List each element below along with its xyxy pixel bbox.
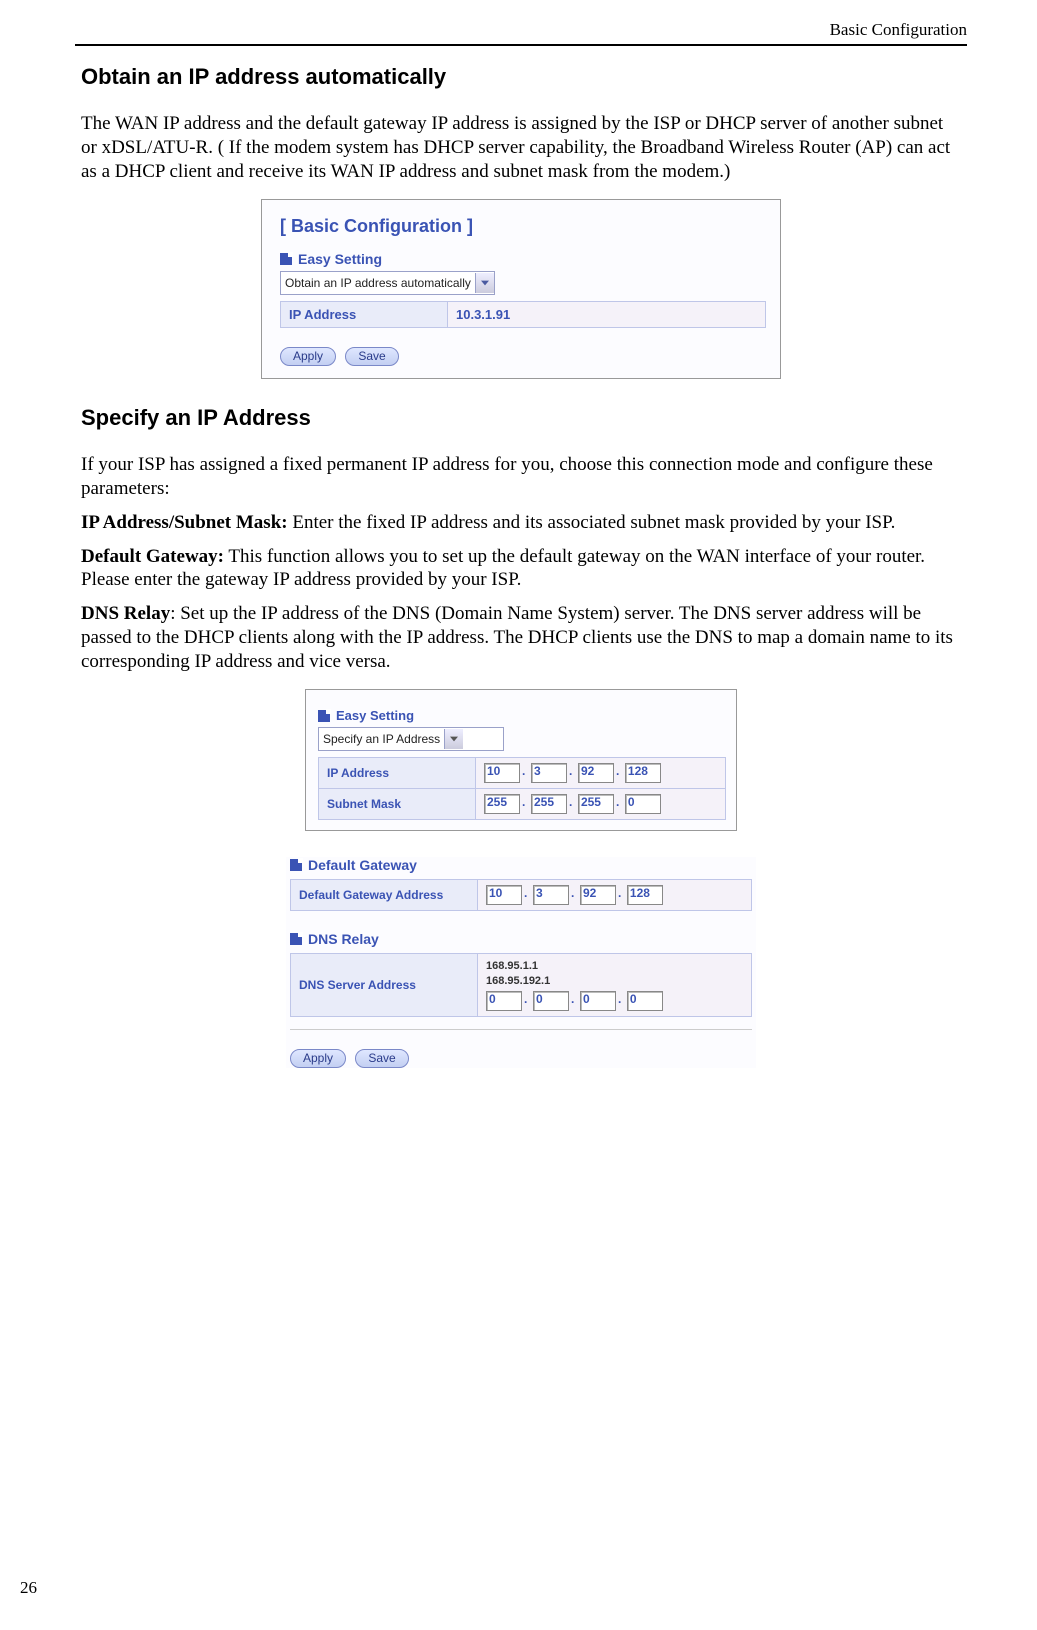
mask-oct-4[interactable]: 0 xyxy=(625,794,661,814)
apply-button[interactable]: Apply xyxy=(280,347,336,366)
mask-key: Subnet Mask xyxy=(319,789,476,820)
dns-oct-3[interactable]: 0 xyxy=(580,991,616,1011)
heading-obtain-ip: Obtain an IP address automatically xyxy=(81,64,961,90)
page-number: 26 xyxy=(20,1578,37,1598)
paragraph-obtain-ip: The WAN IP address and the default gatew… xyxy=(81,112,961,183)
dns-cell: 168.95.1.1 168.95.192.1 0. 0. 0. 0 xyxy=(478,954,752,1017)
dns-known-2: 168.95.192.1 xyxy=(486,974,743,988)
gw-oct-3[interactable]: 92 xyxy=(580,885,616,905)
header-rule xyxy=(75,44,967,46)
label-dns: DNS Relay xyxy=(81,603,170,624)
paragraph-ipmask: IP Address/Subnet Mask: Enter the fixed … xyxy=(81,511,961,535)
screenshot-gateway-dns: Default Gateway Default Gateway Address … xyxy=(286,857,756,1068)
ip-oct-4[interactable]: 128 xyxy=(625,763,661,783)
gw-oct-1[interactable]: 10 xyxy=(486,885,522,905)
dns-oct-4[interactable]: 0 xyxy=(627,991,663,1011)
dns-oct-1[interactable]: 0 xyxy=(486,991,522,1011)
group-label-text: Default Gateway xyxy=(308,857,417,873)
label-ipmask: IP Address/Subnet Mask: xyxy=(81,512,288,533)
group-label-text: DNS Relay xyxy=(308,931,379,947)
dns-key: DNS Server Address xyxy=(291,954,478,1017)
ip-octets: 10. 3. 92. 128 xyxy=(476,758,726,789)
ip-key: IP Address xyxy=(319,758,476,789)
panel-title: [ Basic Configuration ] xyxy=(280,216,766,237)
ip-oct-2[interactable]: 3 xyxy=(531,763,567,783)
ip-mask-table: IP Address 10. 3. 92. 128 Subnet Mask 25… xyxy=(318,757,726,820)
save-button[interactable]: Save xyxy=(345,347,398,366)
text-ipmask: Enter the fixed IP address and its assoc… xyxy=(288,512,896,533)
dns-oct-2[interactable]: 0 xyxy=(533,991,569,1011)
divider xyxy=(290,1029,752,1030)
group-label-text: Easy Setting xyxy=(336,708,414,723)
group-label-text: Easy Setting xyxy=(298,251,382,267)
text-dns: : Set up the IP address of the DNS (Doma… xyxy=(81,603,953,672)
dns-known-1: 168.95.1.1 xyxy=(486,959,743,973)
mask-octets: 255. 255. 255. 0 xyxy=(476,789,726,820)
mask-oct-1[interactable]: 255 xyxy=(484,794,520,814)
caret-down-icon xyxy=(444,729,463,749)
gw-oct-4[interactable]: 128 xyxy=(627,885,663,905)
group-easy-setting: Easy Setting xyxy=(280,251,766,267)
mode-select-value: Obtain an IP address automatically xyxy=(285,276,471,290)
save-button-2[interactable]: Save xyxy=(355,1049,408,1068)
label-gateway: Default Gateway: xyxy=(81,546,224,567)
mode-select[interactable]: Obtain an IP address automatically xyxy=(280,271,495,295)
group-default-gateway: Default Gateway xyxy=(290,857,752,873)
ip-table: IP Address 10.3.1.91 xyxy=(280,301,766,328)
gateway-key: Default Gateway Address xyxy=(291,880,478,911)
bullet-icon xyxy=(290,859,302,871)
screenshot-easy-setting-specify: Easy Setting Specify an IP Address IP Ad… xyxy=(305,689,737,831)
gateway-octets: 10. 3. 92. 128 xyxy=(478,880,752,911)
group-dns-relay: DNS Relay xyxy=(290,931,752,947)
apply-button-2[interactable]: Apply xyxy=(290,1049,346,1068)
mode-select-value-2: Specify an IP Address xyxy=(323,732,440,746)
ip-row-value: 10.3.1.91 xyxy=(448,302,766,328)
bullet-icon xyxy=(318,710,330,722)
heading-specify-ip: Specify an IP Address xyxy=(81,405,961,431)
screenshot-basic-config-auto: [ Basic Configuration ] Easy Setting Obt… xyxy=(261,199,781,379)
group-easy-setting-2: Easy Setting xyxy=(318,708,726,723)
gateway-table: Default Gateway Address 10. 3. 92. 128 xyxy=(290,879,752,911)
mask-oct-2[interactable]: 255 xyxy=(531,794,567,814)
mode-select-2[interactable]: Specify an IP Address xyxy=(318,727,504,751)
gw-oct-2[interactable]: 3 xyxy=(533,885,569,905)
paragraph-specify-intro: If your ISP has assigned a fixed permane… xyxy=(81,453,961,501)
bullet-icon xyxy=(280,253,292,265)
ip-row-key: IP Address xyxy=(281,302,448,328)
header-section-name: Basic Configuration xyxy=(75,20,967,44)
ip-oct-3[interactable]: 92 xyxy=(578,763,614,783)
paragraph-gateway: Default Gateway: This function allows yo… xyxy=(81,545,961,593)
mask-oct-3[interactable]: 255 xyxy=(578,794,614,814)
caret-down-icon xyxy=(475,273,494,293)
bullet-icon xyxy=(290,933,302,945)
dns-table: DNS Server Address 168.95.1.1 168.95.192… xyxy=(290,953,752,1017)
ip-oct-1[interactable]: 10 xyxy=(484,763,520,783)
paragraph-dns: DNS Relay: Set up the IP address of the … xyxy=(81,602,961,673)
